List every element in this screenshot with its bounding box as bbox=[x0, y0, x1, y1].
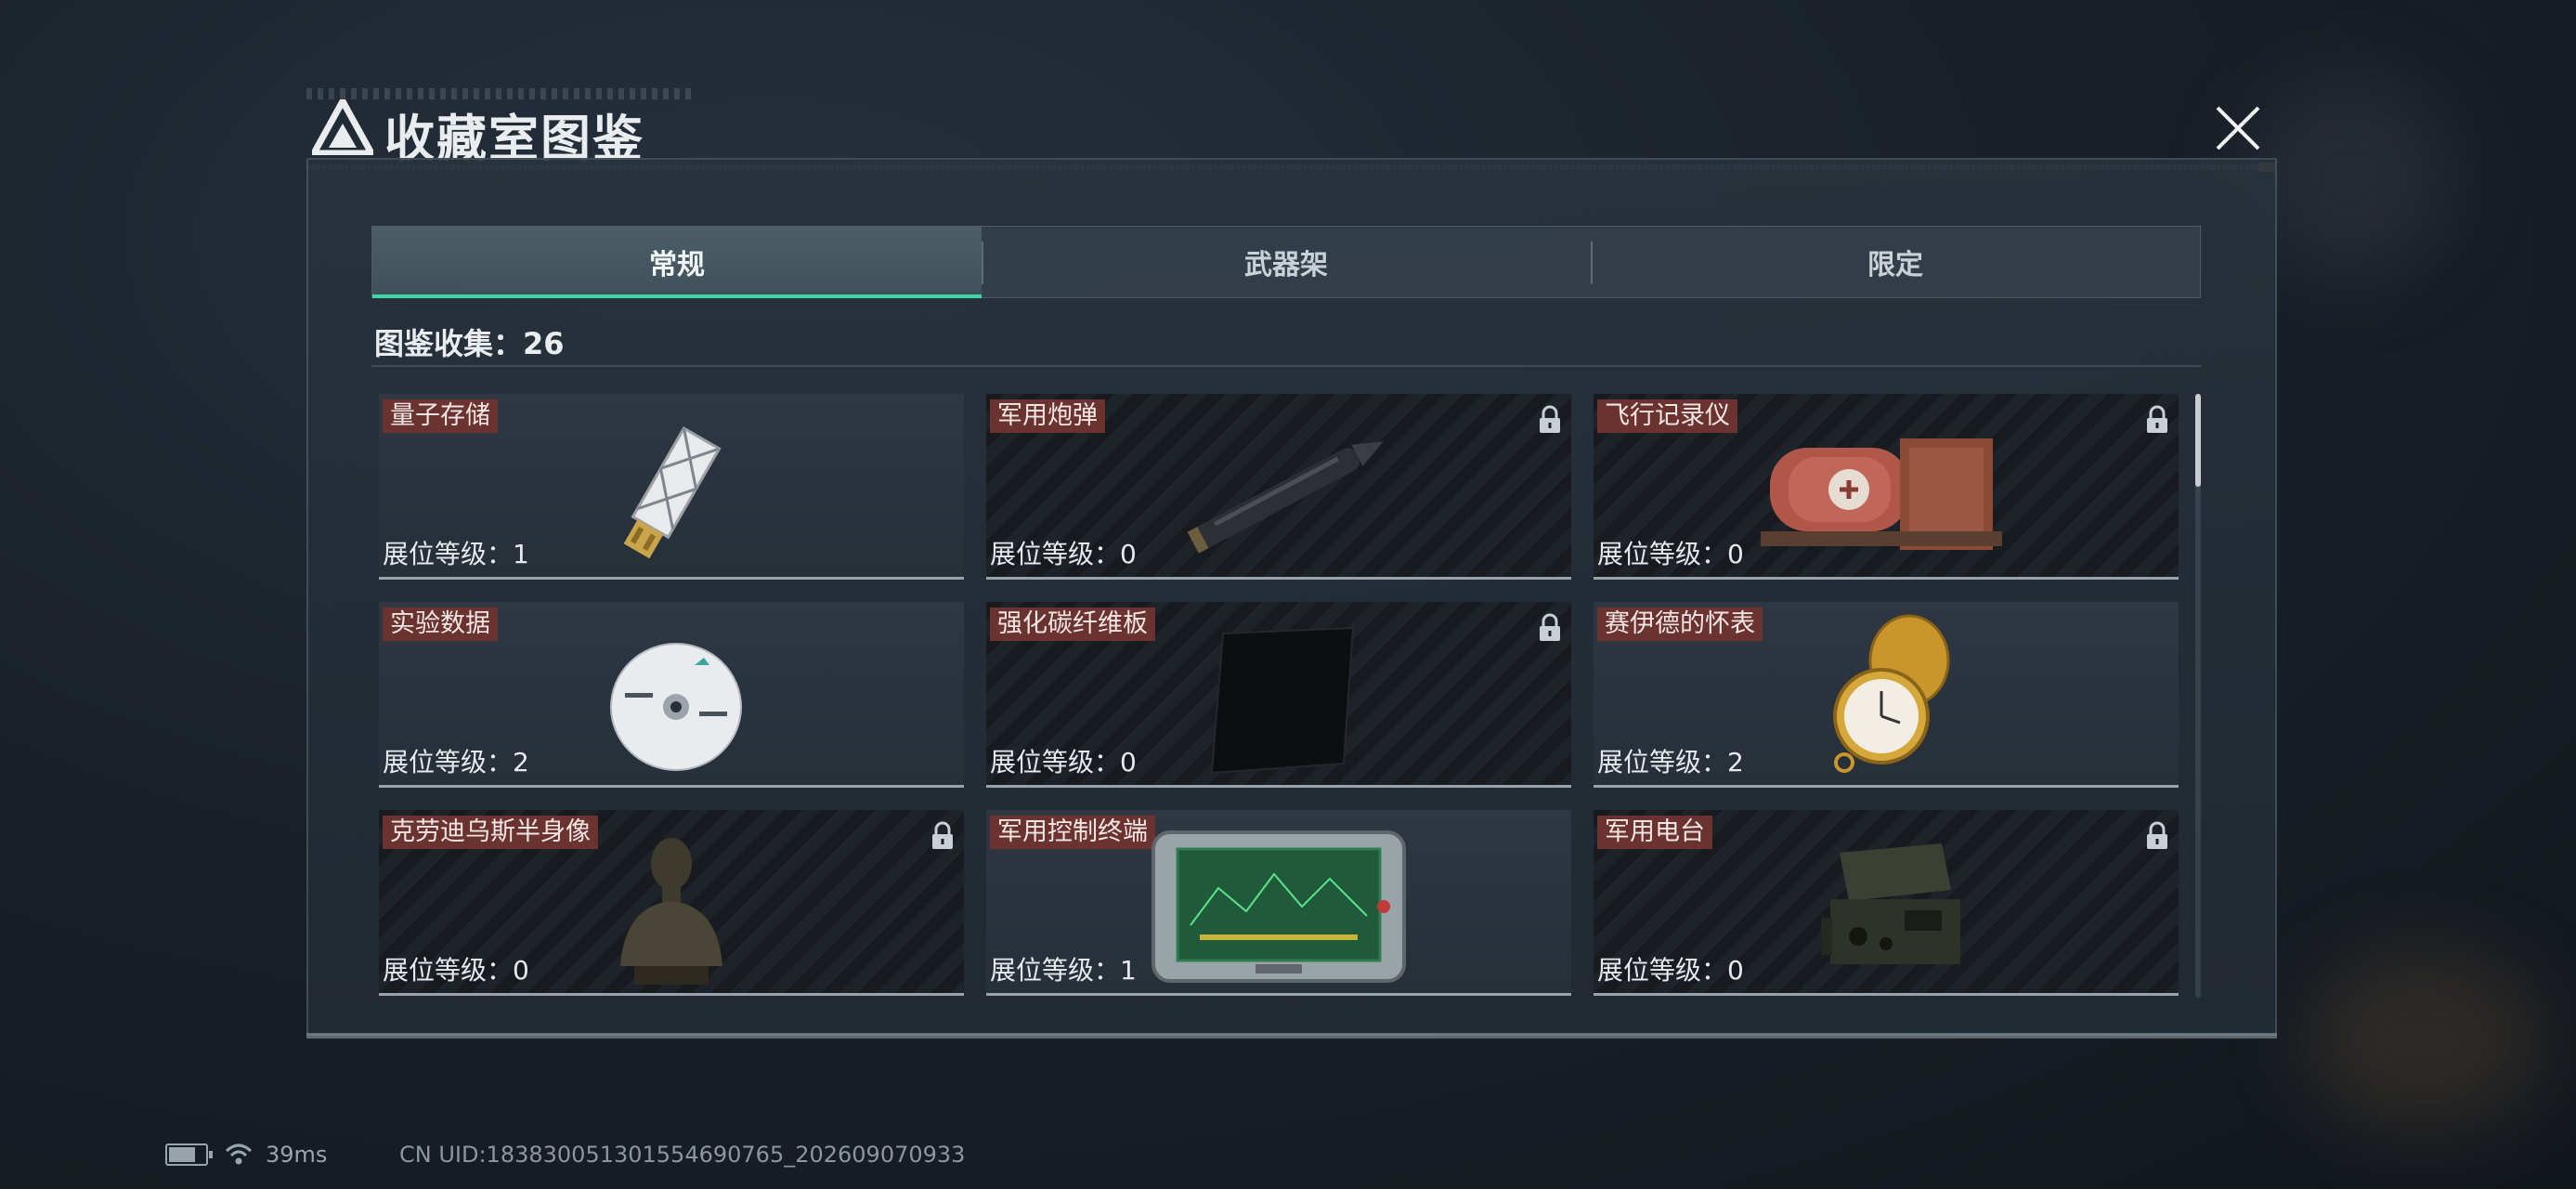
tab-weapon-rack[interactable]: 武器架 bbox=[982, 227, 1591, 297]
tab-limited[interactable]: 限定 bbox=[1591, 227, 2200, 297]
item-level: 展位等级：0 bbox=[383, 950, 529, 987]
level-label: 展位等级： bbox=[990, 539, 1121, 569]
item-grid: 量子存储 展位等级：1 军用炮弹 展位等级：0 飞行记录仪 展位等级：0 实验数… bbox=[379, 394, 2179, 998]
item-name: 飞行记录仪 bbox=[1597, 399, 1737, 433]
level-value: 2 bbox=[513, 747, 529, 777]
level-label: 展位等级： bbox=[990, 747, 1121, 777]
level-value: 1 bbox=[513, 539, 529, 569]
lock-icon bbox=[1540, 613, 1560, 641]
lock-icon bbox=[932, 821, 953, 849]
level-label: 展位等级： bbox=[383, 955, 514, 986]
level-label: 展位等级： bbox=[1597, 539, 1728, 569]
scrollbar-thumb[interactable] bbox=[2195, 394, 2201, 487]
status-bar: 39ms bbox=[165, 1139, 327, 1170]
pocket-watch-icon bbox=[1833, 614, 1950, 773]
item-card[interactable]: 军用电台 展位等级：0 bbox=[1594, 810, 2179, 996]
battery-icon bbox=[165, 1143, 213, 1166]
lock-icon bbox=[2147, 821, 2167, 849]
item-card[interactable]: 飞行记录仪 展位等级：0 bbox=[1594, 394, 2179, 580]
bust-statue-icon bbox=[620, 838, 722, 985]
level-label: 展位等级： bbox=[1597, 955, 1728, 986]
item-card[interactable]: 克劳迪乌斯半身像 展位等级：0 bbox=[379, 810, 964, 996]
level-label: 展位等级： bbox=[383, 539, 514, 569]
collection-logo-icon bbox=[312, 99, 373, 155]
flight-recorder-icon bbox=[1761, 438, 2002, 550]
item-card[interactable]: 实验数据 展位等级：2 bbox=[379, 602, 964, 788]
item-card[interactable]: 强化碳纤维板 展位等级：0 bbox=[986, 602, 1571, 788]
item-card[interactable]: 军用控制终端 展位等级：1 bbox=[986, 810, 1571, 996]
item-level: 展位等级：1 bbox=[383, 534, 529, 571]
level-label: 展位等级： bbox=[383, 747, 514, 777]
lock-icon bbox=[1540, 405, 1560, 433]
item-card[interactable]: 赛伊德的怀表 展位等级：2 bbox=[1594, 602, 2179, 788]
item-level: 展位等级：0 bbox=[1597, 950, 1744, 987]
collection-count: 图鉴收集：26 bbox=[374, 320, 565, 363]
level-value: 0 bbox=[1727, 539, 1744, 569]
wifi-icon bbox=[225, 1143, 253, 1165]
item-name: 克劳迪乌斯半身像 bbox=[383, 816, 598, 849]
level-value: 0 bbox=[1727, 955, 1744, 986]
panel-bottom-border bbox=[306, 1033, 2277, 1039]
item-level: 展位等级：1 bbox=[990, 950, 1137, 987]
military-radio-icon bbox=[1821, 843, 1960, 964]
artillery-shell-icon bbox=[1187, 441, 1384, 554]
item-card[interactable]: 军用炮弹 展位等级：0 bbox=[986, 394, 1571, 580]
item-card[interactable]: 量子存储 展位等级：1 bbox=[379, 394, 964, 580]
ping-value: 39ms bbox=[266, 1142, 328, 1168]
item-name: 量子存储 bbox=[383, 399, 498, 433]
item-name: 军用炮弹 bbox=[990, 399, 1105, 433]
level-value: 2 bbox=[1727, 747, 1744, 777]
item-level: 展位等级：2 bbox=[383, 742, 529, 779]
close-icon[interactable] bbox=[2210, 100, 2266, 156]
item-name: 军用控制终端 bbox=[990, 816, 1155, 849]
background-glow bbox=[2247, 74, 2452, 279]
usb-drive-icon bbox=[623, 425, 722, 559]
level-label: 展位等级： bbox=[1597, 747, 1728, 777]
item-level: 展位等级：0 bbox=[990, 534, 1137, 571]
item-name: 赛伊德的怀表 bbox=[1597, 608, 1763, 641]
background-glow bbox=[2303, 947, 2544, 1133]
tab-regular[interactable]: 常规 bbox=[372, 227, 982, 298]
divider bbox=[371, 365, 2201, 367]
item-name: 军用电台 bbox=[1597, 816, 1712, 849]
collection-count-value: 26 bbox=[523, 326, 565, 361]
user-uid: CN UID:18383005130155469076​5_2026090709… bbox=[399, 1142, 966, 1168]
item-level: 展位等级：2 bbox=[1597, 742, 1744, 779]
level-value: 1 bbox=[1120, 955, 1137, 986]
level-value: 0 bbox=[513, 955, 529, 986]
data-disc-icon bbox=[610, 643, 742, 771]
lock-icon bbox=[2147, 405, 2167, 433]
item-name: 实验数据 bbox=[383, 608, 498, 641]
category-tabs: 常规 武器架 限定 bbox=[371, 226, 2201, 298]
collection-count-label: 图鉴收集： bbox=[374, 326, 524, 361]
level-value: 0 bbox=[1120, 539, 1137, 569]
item-level: 展位等级：0 bbox=[990, 742, 1137, 779]
control-terminal-icon bbox=[1151, 830, 1406, 983]
level-value: 0 bbox=[1120, 747, 1137, 777]
item-name: 强化碳纤维板 bbox=[990, 608, 1155, 641]
carbon-plate-icon bbox=[1210, 626, 1355, 775]
item-level: 展位等级：0 bbox=[1597, 534, 1744, 571]
level-label: 展位等级： bbox=[990, 955, 1121, 986]
